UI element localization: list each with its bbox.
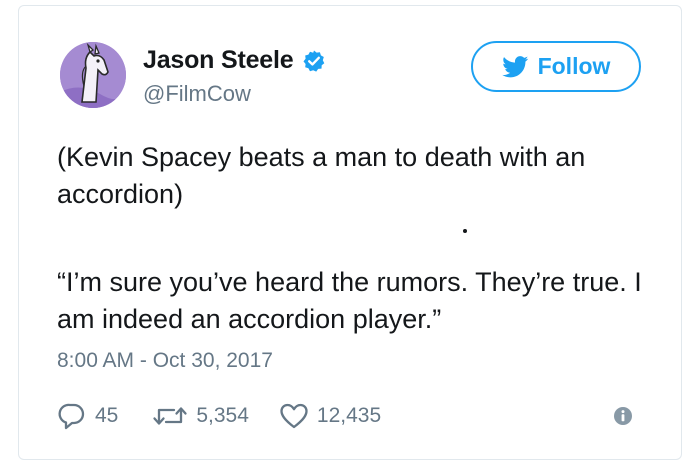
tweet-text-paragraph-2: “I’m sure you’ve heard the rumors. They’… (57, 267, 642, 334)
reply-count: 45 (95, 404, 119, 427)
like-count: 12,435 (316, 404, 382, 427)
retweet-count: 5,354 (196, 404, 249, 427)
reply-button[interactable]: 45 (57, 401, 118, 431)
twitter-bird-icon (501, 55, 529, 78)
verified-badge-icon (302, 49, 326, 73)
like-button[interactable]: 12,435 (279, 402, 381, 430)
tweet-timestamp[interactable]: 8:00 AM - Oct 30, 2017 (57, 349, 273, 373)
retweet-icon (152, 403, 188, 429)
follow-button[interactable]: Follow (471, 41, 641, 92)
stray-dot (463, 229, 467, 233)
heart-icon (279, 402, 309, 430)
reply-icon (57, 401, 87, 431)
retweet-button[interactable]: 5,354 (152, 403, 249, 429)
tweet-actions: 45 5,354 12,435 (57, 401, 381, 431)
follow-button-label: Follow (537, 53, 611, 79)
name-row: Jason Steele (143, 46, 326, 75)
avatar[interactable] (60, 42, 126, 108)
info-icon[interactable] (613, 406, 633, 426)
user-handle[interactable]: @FilmCow (143, 81, 251, 107)
display-name[interactable]: Jason Steele (143, 46, 294, 75)
tweet-text-paragraph-1: (Kevin Spacey beats a man to death with … (57, 142, 586, 209)
